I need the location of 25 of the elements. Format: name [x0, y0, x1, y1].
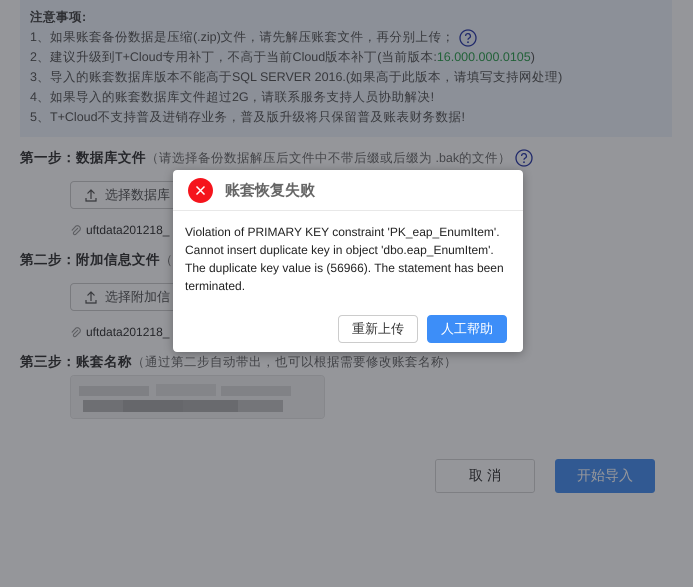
- paperclip-icon: [70, 326, 82, 338]
- upload-icon: [85, 188, 97, 202]
- help-button[interactable]: 人工帮助: [427, 315, 507, 343]
- notice-item: 1、如果账套备份数据是压缩(.zip)文件，请先解压账套文件，再分别上传；: [30, 29, 455, 46]
- notice-item: 5、T+Cloud不支持普及进销存业务，普及版升级将只保留普及账表财务数据!: [30, 109, 466, 126]
- file-name: uftdata201218_: [86, 223, 170, 237]
- help-icon[interactable]: [458, 28, 477, 46]
- paperclip-icon: [70, 224, 82, 236]
- step-hint: （通过第二步自动带出，也可以根据需要修改账套名称）: [132, 354, 457, 370]
- import-button[interactable]: 开始导入: [555, 459, 655, 493]
- step-hint: （: [160, 252, 173, 268]
- notice-item: 4、如果导入的账套数据库文件超过2G，请联系服务支持人员协助解决!: [30, 89, 434, 106]
- step-label: 第二步：附加信息文件: [20, 251, 160, 269]
- cancel-button[interactable]: 取 消: [435, 459, 535, 493]
- notice-item: 2、建议升级到T+Cloud专用补丁，不高于当前Cloud版本补丁(当前版本:16.000.000.0105): [30, 49, 535, 66]
- step-hint: （请选择备份数据解压后文件中不带后缀或后缀为 .bak的文件）: [146, 150, 512, 166]
- error-icon: [188, 178, 213, 202]
- help-icon[interactable]: [515, 149, 534, 167]
- step-label: 第一步：数据库文件: [20, 149, 146, 167]
- notice-title: 注意事项:: [30, 9, 88, 26]
- file-name: uftdata201218_: [86, 325, 170, 339]
- reupload-button[interactable]: 重新上传: [338, 315, 418, 343]
- notice-item: 3、导入的账套数据库版本不能高于SQL SERVER 2016.(如果高于此版本，请填写支持网处理): [30, 69, 562, 86]
- upload-icon: [85, 290, 97, 304]
- step-label: 第三步：账套名称: [20, 353, 132, 371]
